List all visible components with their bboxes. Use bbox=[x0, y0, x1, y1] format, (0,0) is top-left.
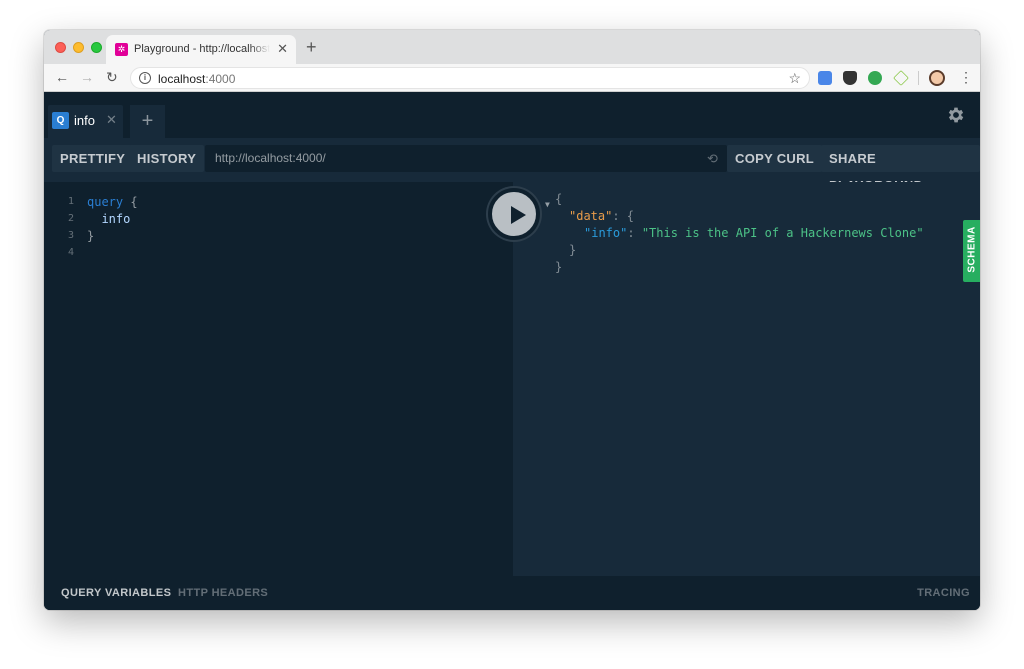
gear-icon[interactable] bbox=[946, 105, 966, 125]
graphql-playground: Q info ✕ + PRETTIFY HISTORY http://local… bbox=[44, 92, 980, 610]
playground-tab-bar: Q info ✕ + bbox=[44, 92, 980, 138]
address-bar[interactable]: i localhost:4000 ☆ bbox=[130, 67, 810, 89]
close-tab-icon[interactable]: ✕ bbox=[277, 41, 288, 57]
query-badge: Q bbox=[52, 112, 69, 129]
result-line: } bbox=[569, 243, 577, 257]
query-editor[interactable]: 1 query { 2 info 3 } 4 bbox=[44, 182, 513, 576]
line-number: 1 bbox=[67, 196, 74, 207]
query-tab-label: info bbox=[74, 113, 95, 128]
line-number: 3 bbox=[67, 230, 74, 241]
code-text: query { bbox=[87, 195, 138, 209]
new-tab-button[interactable]: + bbox=[306, 37, 317, 58]
nodejs-extension-icon[interactable] bbox=[893, 70, 909, 86]
http-headers-tab[interactable]: HTTP HEADERS bbox=[178, 587, 268, 599]
result-line: "data": { bbox=[569, 209, 635, 223]
url-port: :4000 bbox=[205, 72, 236, 86]
copy-curl-button[interactable]: COPY CURL bbox=[727, 145, 823, 172]
schema-tab-label: SCHEMA bbox=[966, 226, 978, 273]
add-tab-button[interactable]: + bbox=[130, 105, 165, 138]
bookmark-star-icon[interactable]: ☆ bbox=[788, 70, 801, 87]
browser-tab-strip: ✲ Playground - http://localhost:4000/ ✕ … bbox=[44, 30, 980, 64]
prettify-button[interactable]: PRETTIFY bbox=[52, 145, 134, 172]
result-line: { bbox=[555, 192, 563, 206]
keyword-token: query bbox=[87, 195, 124, 209]
toolbar-divider bbox=[918, 71, 919, 85]
browser-toolbar: ← → ↻ i localhost:4000 ☆ ⋮ bbox=[44, 64, 980, 92]
maximize-window-button[interactable] bbox=[91, 42, 102, 53]
url-host: localhost bbox=[158, 72, 206, 86]
url-text: localhost:4000 bbox=[158, 72, 235, 86]
share-playground-button[interactable]: SHARE PLAYGROUND bbox=[821, 145, 980, 193]
close-window-button[interactable] bbox=[55, 42, 66, 53]
translate-extension-icon[interactable] bbox=[818, 71, 832, 85]
punct-token: { bbox=[123, 195, 138, 209]
query-variables-tab[interactable]: QUERY VARIABLES bbox=[61, 587, 171, 599]
tracing-tab[interactable]: TRACING bbox=[917, 587, 970, 599]
result-viewer: ▼ { "data": { "info": "This is the API o… bbox=[513, 182, 980, 576]
line-number: 4 bbox=[67, 247, 74, 258]
browser-window: ✲ Playground - http://localhost:4000/ ✕ … bbox=[44, 30, 980, 610]
pocket-extension-icon[interactable] bbox=[843, 71, 857, 85]
endpoint-input[interactable]: http://localhost:4000/ bbox=[205, 145, 727, 172]
line-number: 2 bbox=[67, 213, 74, 224]
forward-arrow-icon[interactable]: → bbox=[80, 69, 94, 85]
field-token: info bbox=[87, 212, 131, 226]
evernote-extension-icon[interactable] bbox=[868, 71, 882, 85]
reload-icon[interactable]: ↻ bbox=[106, 69, 118, 86]
query-tab[interactable]: Q info ✕ bbox=[48, 105, 123, 138]
playground-footer: QUERY VARIABLES HTTP HEADERS TRACING bbox=[44, 576, 980, 610]
schema-tab[interactable]: SCHEMA bbox=[963, 220, 980, 282]
result-key-data: "data" bbox=[569, 209, 613, 223]
close-query-tab-icon[interactable]: ✕ bbox=[106, 112, 117, 128]
browser-tab-title: Playground - http://localhost:4000/ bbox=[134, 43, 270, 55]
browser-menu-icon[interactable]: ⋮ bbox=[959, 69, 973, 86]
execute-query-button[interactable] bbox=[488, 188, 540, 240]
graphql-icon: ✲ bbox=[115, 43, 128, 56]
play-icon bbox=[511, 206, 526, 224]
editor-line: 3 } bbox=[44, 229, 513, 246]
punct-token: } bbox=[87, 229, 95, 243]
editor-line: 1 query { bbox=[44, 195, 513, 212]
playground-toolbar: PRETTIFY HISTORY http://localhost:4000/ … bbox=[44, 138, 980, 193]
result-key-info: "info" bbox=[584, 226, 628, 240]
history-button[interactable]: HISTORY bbox=[129, 145, 205, 172]
minimize-window-button[interactable] bbox=[73, 42, 84, 53]
result-line: } bbox=[555, 260, 563, 274]
browser-tab[interactable]: ✲ Playground - http://localhost:4000/ ✕ bbox=[106, 35, 296, 64]
result-value: "This is the API of a Hackernews Clone" bbox=[641, 226, 924, 240]
fold-arrow-icon[interactable]: ▼ bbox=[545, 200, 550, 209]
reload-schema-icon[interactable]: ⟲ bbox=[707, 151, 718, 167]
profile-avatar[interactable] bbox=[929, 70, 945, 86]
result-line: "info": "This is the API of a Hackernews… bbox=[584, 226, 924, 240]
editor-line: 2 info bbox=[44, 212, 513, 229]
info-icon[interactable]: i bbox=[139, 72, 151, 84]
back-arrow-icon[interactable]: ← bbox=[55, 69, 69, 85]
editor-line: 4 bbox=[44, 246, 513, 263]
